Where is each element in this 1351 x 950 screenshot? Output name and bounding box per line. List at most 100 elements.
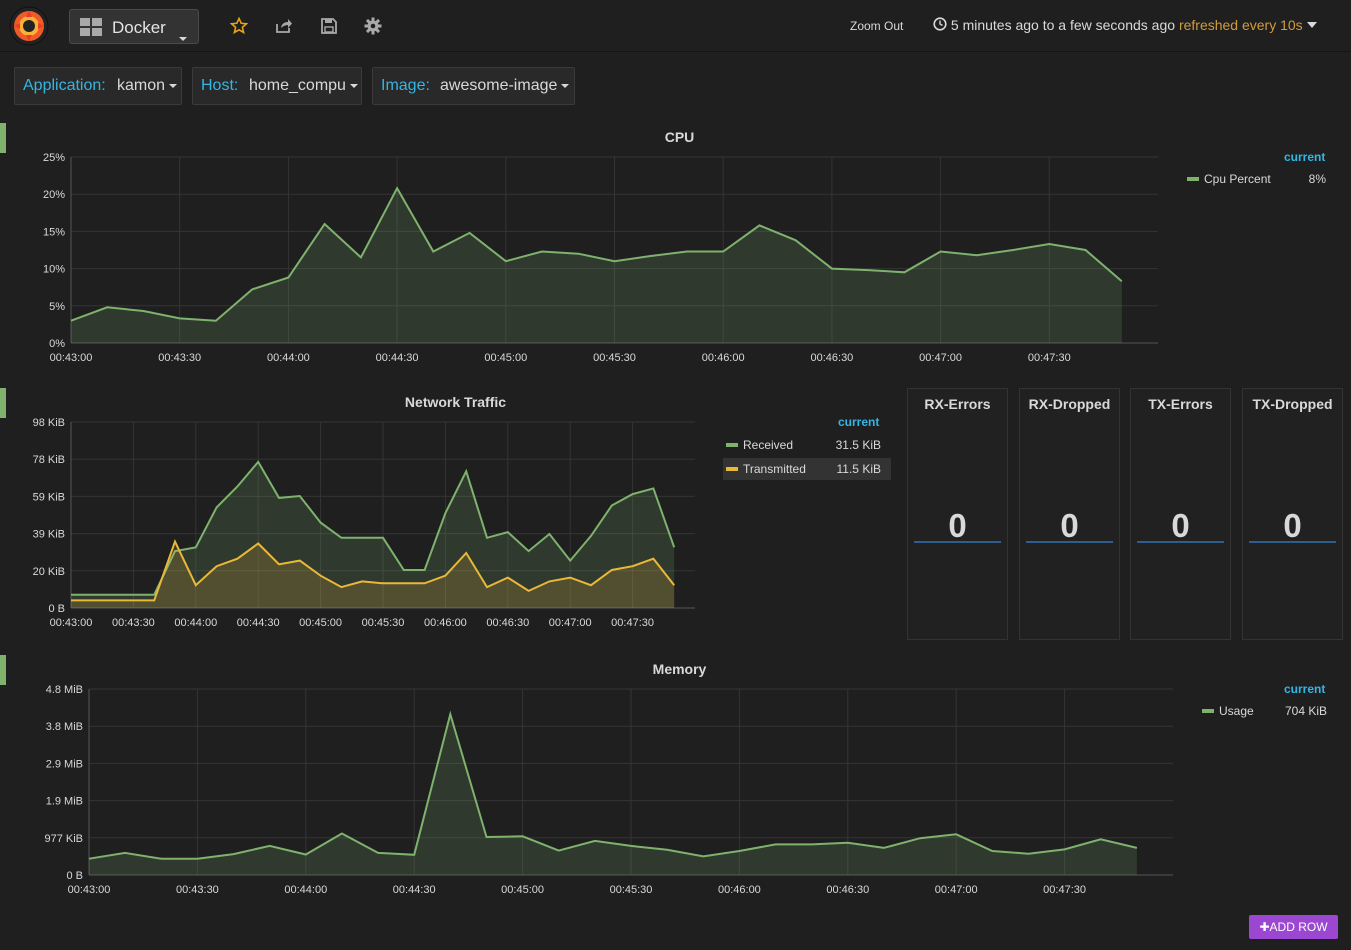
network-traffic-chart[interactable]: 00:43:00 00:43:30 00:44:00 00:44:30 00:45:00… bbox=[0, 410, 705, 635]
y-tick-label: 78 KiB bbox=[33, 454, 65, 466]
y-tick-label: 4.8 MiB bbox=[46, 684, 83, 696]
y-tick-label: 0 B bbox=[66, 870, 83, 882]
stat-title[interactable]: RX-Dropped bbox=[1020, 396, 1119, 412]
caret-down-icon bbox=[349, 83, 358, 88]
legend-current-header[interactable]: current bbox=[838, 415, 879, 429]
y-tick-label: 1.9 MiB bbox=[46, 796, 83, 808]
series-line-usage bbox=[88, 710, 1138, 860]
y-tick-label: 3.8 MiB bbox=[46, 721, 83, 733]
x-tick-label: 00:44:00 bbox=[284, 884, 327, 896]
stat-value: 0 bbox=[1171, 507, 1190, 544]
top-navbar: Docker Zoom Out 5 minutes ago to a few s… bbox=[0, 0, 1351, 52]
variable-label: Image: bbox=[381, 77, 430, 94]
share-icon[interactable] bbox=[275, 17, 293, 35]
x-tick-label: 00:43:30 bbox=[158, 352, 201, 364]
stat-panel-rx-errors[interactable]: RX-Errors 0 bbox=[907, 388, 1008, 640]
x-tick-label: 00:47:30 bbox=[611, 617, 654, 629]
sparkline bbox=[1137, 541, 1224, 543]
x-tick-label: 00:44:30 bbox=[376, 352, 419, 364]
series-color-swatch[interactable] bbox=[1187, 177, 1199, 181]
stat-panel-rx-dropped[interactable]: RX-Dropped 0 bbox=[1019, 388, 1120, 640]
y-tick-label: 0 B bbox=[48, 603, 65, 615]
legend-current-header[interactable]: current bbox=[1284, 682, 1325, 696]
legend-item-received[interactable]: Received 31.5 KiB bbox=[723, 434, 891, 456]
series-color-swatch[interactable] bbox=[726, 467, 738, 471]
plus-icon: ✚ bbox=[1259, 920, 1270, 934]
x-tick-label: 00:47:00 bbox=[549, 617, 592, 629]
variable-value[interactable]: home_compu bbox=[249, 77, 358, 95]
x-tick-label: 00:45:00 bbox=[501, 884, 544, 896]
sparkline bbox=[1249, 541, 1336, 543]
dashboard-title: Docker bbox=[112, 18, 166, 37]
y-tick-label: 15% bbox=[43, 226, 65, 238]
legend-item-usage[interactable]: Usage 704 KiB bbox=[1199, 700, 1334, 722]
variable-host[interactable]: Host: home_compu bbox=[192, 67, 362, 105]
stat-value: 0 bbox=[1060, 507, 1079, 544]
x-tick-label: 00:44:00 bbox=[267, 352, 310, 364]
legend-current-header[interactable]: current bbox=[1284, 150, 1325, 164]
panel-title-network-traffic[interactable]: Network Traffic bbox=[0, 394, 911, 410]
stat-value: 0 bbox=[948, 507, 967, 544]
variable-label: Application: bbox=[23, 77, 106, 94]
y-tick-label: 5% bbox=[49, 301, 65, 313]
dashboard-picker-button[interactable]: Docker bbox=[69, 9, 199, 44]
clock-icon bbox=[933, 17, 947, 31]
x-tick-label: 00:43:00 bbox=[50, 352, 93, 364]
x-tick-label: 00:43:30 bbox=[112, 617, 155, 629]
stat-title[interactable]: TX-Errors bbox=[1131, 396, 1230, 412]
save-icon[interactable] bbox=[320, 17, 338, 35]
stat-title[interactable]: TX-Dropped bbox=[1243, 396, 1342, 412]
x-tick-label: 00:46:30 bbox=[810, 352, 853, 364]
x-tick-label: 00:46:00 bbox=[718, 884, 761, 896]
stat-panel-tx-errors[interactable]: TX-Errors 0 bbox=[1130, 388, 1231, 640]
x-tick-label: 00:45:30 bbox=[610, 884, 653, 896]
x-tick-label: 00:44:30 bbox=[237, 617, 280, 629]
add-row-button[interactable]: ✚ADD ROW bbox=[1249, 915, 1338, 939]
memory-chart[interactable]: 00:43:00 00:43:30 00:44:00 00:44:30 00:45:00… bbox=[0, 677, 1185, 902]
y-tick-label: 98 KiB bbox=[33, 417, 65, 429]
variable-value[interactable]: kamon bbox=[117, 77, 178, 95]
sparkline bbox=[1026, 541, 1113, 543]
gear-icon[interactable] bbox=[364, 17, 382, 35]
variable-image[interactable]: Image: awesome-image bbox=[372, 67, 575, 105]
chevron-down-icon bbox=[175, 30, 187, 45]
y-tick-label: 59 KiB bbox=[33, 491, 65, 503]
legend-item-cpu-percent[interactable]: Cpu Percent 8% bbox=[1184, 168, 1334, 190]
legend-item-transmitted[interactable]: Transmitted 11.5 KiB bbox=[723, 458, 891, 480]
panel-title-cpu[interactable]: CPU bbox=[0, 129, 1351, 145]
x-tick-label: 00:43:00 bbox=[50, 617, 93, 629]
panel-title-memory[interactable]: Memory bbox=[0, 661, 1351, 677]
x-tick-label: 00:46:30 bbox=[826, 884, 869, 896]
x-tick-label: 00:47:00 bbox=[935, 884, 978, 896]
x-tick-label: 00:45:30 bbox=[593, 352, 636, 364]
caret-down-icon bbox=[169, 83, 178, 88]
variable-value[interactable]: awesome-image bbox=[440, 77, 570, 95]
series-color-swatch[interactable] bbox=[726, 443, 738, 447]
x-tick-label: 00:43:30 bbox=[176, 884, 219, 896]
x-tick-label: 00:47:00 bbox=[919, 352, 962, 364]
time-range-picker[interactable]: 5 minutes ago to a few seconds ago refre… bbox=[933, 17, 1317, 33]
x-tick-label: 00:47:30 bbox=[1043, 884, 1086, 896]
caret-down-icon bbox=[561, 83, 570, 88]
stat-title[interactable]: RX-Errors bbox=[908, 396, 1007, 412]
x-tick-label: 00:45:00 bbox=[299, 617, 342, 629]
x-tick-label: 00:47:30 bbox=[1028, 352, 1071, 364]
y-tick-label: 25% bbox=[43, 152, 65, 164]
cpu-chart[interactable]: 00:43:00 00:43:30 00:44:00 00:44:30 00:45:00… bbox=[0, 145, 1170, 370]
x-tick-label: 00:44:00 bbox=[174, 617, 217, 629]
y-tick-label: 20% bbox=[43, 189, 65, 201]
star-icon[interactable] bbox=[230, 17, 248, 35]
series-color-swatch[interactable] bbox=[1202, 709, 1214, 713]
sparkline bbox=[914, 541, 1001, 543]
grafana-logo-icon[interactable] bbox=[9, 6, 49, 46]
zoom-out-button[interactable]: Zoom Out bbox=[850, 19, 903, 33]
x-tick-label: 00:46:30 bbox=[486, 617, 529, 629]
y-tick-label: 2.9 MiB bbox=[46, 758, 83, 770]
y-tick-label: 10% bbox=[43, 264, 65, 276]
stat-panel-tx-dropped[interactable]: TX-Dropped 0 bbox=[1242, 388, 1343, 640]
x-tick-label: 00:45:00 bbox=[484, 352, 527, 364]
x-tick-label: 00:46:00 bbox=[424, 617, 467, 629]
y-tick-label: 20 KiB bbox=[33, 566, 65, 578]
y-tick-label: 0% bbox=[49, 338, 65, 350]
variable-application[interactable]: Application: kamon bbox=[14, 67, 182, 105]
